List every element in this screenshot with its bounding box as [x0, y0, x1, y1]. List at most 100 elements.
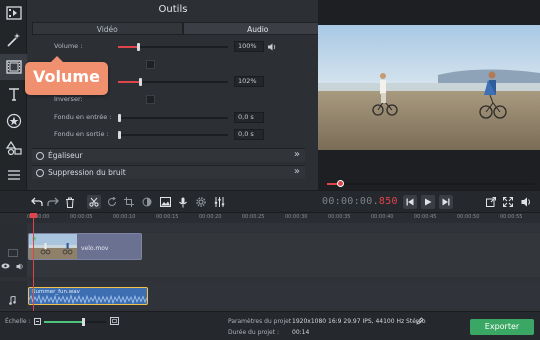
export-button[interactable]: Exporter [470, 319, 534, 335]
ruler-tick: 00:00:05 [70, 214, 93, 220]
edit-toolbar: 00:00:00.850 [0, 190, 540, 213]
playback-progress-thumb[interactable] [337, 180, 344, 187]
microphone-icon[interactable] [176, 195, 190, 209]
second-slider[interactable] [118, 78, 228, 86]
volume-slider[interactable] [118, 43, 228, 51]
inverser-checkbox[interactable] [146, 95, 155, 104]
shapes-transitions-icon[interactable] [0, 135, 27, 161]
fade-in-slider[interactable] [118, 114, 228, 122]
expand-chevron-icon[interactable]: » [294, 166, 300, 177]
noise-reduction-section[interactable]: Suppression du bruit » [32, 165, 305, 179]
noise-reduction-title: Suppression du bruit [48, 168, 126, 177]
tools-tabs: Vidéo Audio [32, 22, 333, 35]
ruler-tick: 00:00:50 [457, 214, 480, 220]
undo-icon[interactable] [30, 195, 44, 209]
audio-clip[interactable]: Summer_fun.wav ★ [28, 287, 148, 305]
section-bullet-icon [36, 152, 44, 160]
zoom-out-icon[interactable] [34, 318, 41, 325]
text-track[interactable] [27, 223, 540, 232]
second-slider-thumb[interactable] [139, 78, 142, 86]
list-menu-icon[interactable] [0, 162, 27, 188]
fade-out-row: Fondu en sortie : 0,0 s [32, 127, 332, 143]
play-icon[interactable] [421, 195, 435, 209]
zoom-in-icon[interactable] [110, 317, 119, 325]
inverser-label: Inverser: [54, 95, 83, 103]
project-params-label: Paramètres du projet : [228, 318, 296, 325]
volume-value[interactable]: 100% [234, 41, 264, 52]
section-bullet-icon [36, 169, 44, 177]
checkbox-under-tooltip[interactable] [146, 60, 155, 69]
project-duration-value: 00:14 [292, 329, 310, 336]
video-preview-frame [318, 25, 540, 150]
fade-out-label: Fondu en sortie : [54, 130, 109, 138]
star-stickers-icon[interactable] [0, 108, 27, 134]
detach-preview-icon[interactable] [484, 195, 498, 209]
second-slider-value[interactable]: 102% [234, 76, 264, 87]
ruler-tick: 00:00:40 [371, 214, 394, 220]
equalizer-settings-icon[interactable] [212, 195, 226, 209]
next-frame-icon[interactable] [439, 195, 453, 209]
redo-icon[interactable] [46, 195, 60, 209]
fade-out-value[interactable]: 0,0 s [234, 129, 264, 140]
previous-frame-icon[interactable] [403, 195, 417, 209]
fade-in-slider-thumb[interactable] [118, 114, 121, 122]
ruler-tick: 00:00:30 [285, 214, 308, 220]
zoom-slider-thumb[interactable] [82, 318, 85, 326]
volume-tooltip: Volume [25, 56, 108, 95]
ruler-tick: 00:00:20 [199, 214, 222, 220]
fade-in-value[interactable]: 0,0 s [234, 112, 264, 123]
fullscreen-icon[interactable] [501, 195, 515, 209]
edit-pencil-icon[interactable] [416, 317, 424, 325]
zoom-slider[interactable] [44, 318, 106, 326]
ruler-tick: 00:00:15 [156, 214, 179, 220]
video-track-film-icon [8, 249, 18, 257]
image-icon[interactable] [158, 195, 172, 209]
fade-out-slider-thumb[interactable] [118, 131, 121, 139]
track-speaker-icon[interactable] [16, 263, 24, 270]
audio-track-header [0, 281, 27, 309]
status-bar: Échelle : Paramètres du projet : 1920x10… [0, 311, 540, 340]
text-titles-icon[interactable] [0, 81, 27, 107]
ruler-tick: 00:00:35 [328, 214, 351, 220]
music-note-icon [9, 296, 16, 305]
volume-row: Volume : 100% [32, 39, 332, 55]
text-track-header [0, 223, 27, 233]
clip-properties-gear-icon[interactable] [194, 195, 208, 209]
fade-out-slider[interactable] [118, 131, 228, 139]
playback-progress-bar[interactable] [327, 180, 535, 187]
speaker-icon[interactable] [268, 43, 277, 51]
video-clip-name: velo.mov [81, 245, 109, 252]
timeline-ruler[interactable]: 00:00:00 00:00:05 00:00:10 00:00:15 00:0… [27, 213, 540, 223]
volume-label: Volume : [54, 42, 83, 50]
scissors-icon[interactable] [87, 195, 101, 209]
tab-audio[interactable]: Audio [182, 22, 333, 35]
trash-icon[interactable] [63, 195, 77, 209]
color-adjust-icon[interactable] [140, 195, 154, 209]
import-media-icon[interactable] [0, 0, 27, 26]
equalizer-section[interactable]: Égaliseur » [32, 148, 305, 162]
magic-wand-icon[interactable] [0, 27, 27, 53]
timecode-main: 00:00:00. [322, 196, 379, 207]
crop-icon[interactable] [122, 195, 136, 209]
ruler-tick: 00:00:25 [242, 214, 265, 220]
rotate-icon[interactable] [105, 195, 119, 209]
clip-star-icon: ★ [31, 235, 38, 243]
fade-in-label: Fondu en entrée : [54, 113, 112, 121]
panel-title: Outils [158, 4, 188, 15]
ruler-tick: 00:00:55 [500, 214, 523, 220]
left-toolbar [0, 0, 27, 190]
eye-icon[interactable] [1, 263, 10, 269]
equalizer-title: Égaliseur [48, 151, 83, 160]
timecode-ms: 850 [378, 196, 398, 207]
volume-speaker-icon[interactable] [519, 195, 533, 209]
audio-clip-name: Summer_fun.wav [32, 289, 80, 295]
ruler-tick: 00:00:10 [113, 214, 136, 220]
expand-chevron-icon[interactable]: » [294, 149, 300, 160]
video-track-header [0, 233, 27, 277]
tab-video[interactable]: Vidéo [32, 22, 183, 35]
film-clip-icon[interactable] [0, 54, 27, 80]
playhead-line[interactable] [33, 214, 34, 311]
video-clip[interactable]: velo.mov ★ [28, 233, 142, 260]
ruler-tick: 00:00:45 [414, 214, 437, 220]
volume-slider-thumb[interactable] [137, 43, 140, 51]
